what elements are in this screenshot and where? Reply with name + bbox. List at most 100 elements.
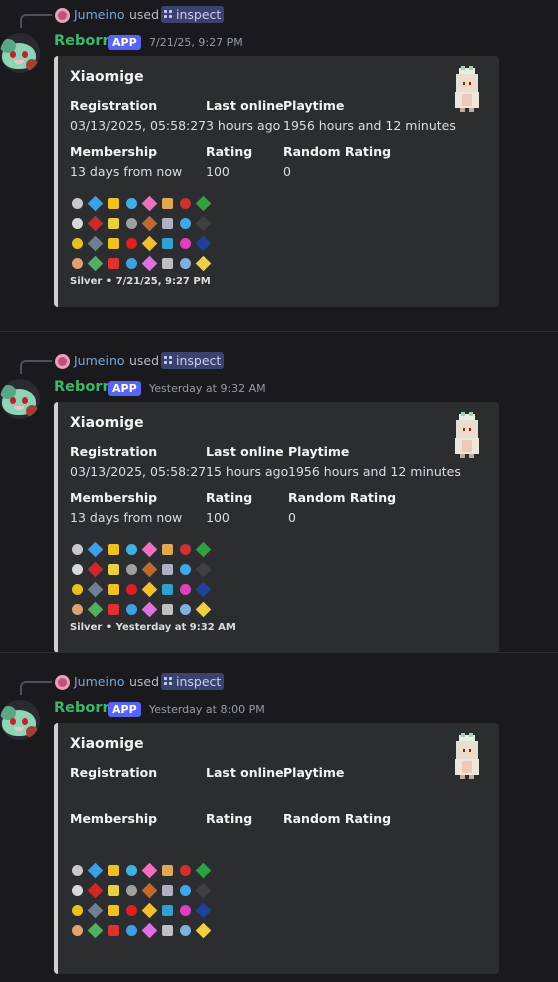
knuckle-badge-icon [87, 235, 104, 252]
badge-grid [70, 541, 218, 622]
stone-badge-icon [70, 236, 85, 251]
message: Jumeino used inspect Reborn APP Yesterda… [0, 351, 558, 661]
field-name: Random Rating [283, 811, 392, 826]
glacier-badge-icon [178, 216, 193, 231]
rising-badge-icon [195, 561, 212, 578]
heat-badge-icon [124, 236, 139, 251]
mine-badge-icon [160, 256, 175, 271]
command-grid-icon [164, 10, 173, 19]
field-value: 0 [283, 164, 291, 179]
field-name: Last online [206, 98, 284, 113]
bot-avatar[interactable] [0, 379, 40, 419]
field-name: Rating [206, 490, 253, 505]
cobble-badge-icon [106, 602, 121, 617]
forest-badge-icon [87, 922, 104, 939]
reply-used-text: used [129, 674, 160, 689]
app-badge: APP [108, 35, 141, 50]
mineral-badge-icon [160, 216, 175, 231]
reply-used-text: used [129, 353, 160, 368]
reply-avatar[interactable] [55, 8, 70, 23]
command-name: inspect [176, 674, 222, 689]
marsh-badge-icon [160, 196, 175, 211]
embed-footer: Silver • 7/21/25, 9:27 PM [70, 276, 211, 287]
boulder-badge-icon [70, 196, 85, 211]
field-value: 13 days from now [70, 164, 183, 179]
fen-badge-icon [124, 602, 139, 617]
slash-command[interactable]: inspect [161, 352, 225, 369]
reply-avatar[interactable] [55, 354, 70, 369]
message: Jumeino used inspect Reborn APP Yesterda… [0, 672, 558, 982]
cobble-badge-icon [106, 256, 121, 271]
mineral-badge-icon [160, 562, 175, 577]
message-timestamp[interactable]: 7/21/25, 9:27 PM [149, 36, 243, 49]
badge-row [70, 902, 218, 920]
badge-row [70, 561, 218, 579]
app-badge: APP [108, 381, 141, 396]
embed-title: Xiaomige [70, 69, 144, 85]
author-name[interactable]: Reborn [54, 33, 113, 49]
balance-badge-icon [141, 902, 158, 919]
slash-command[interactable]: inspect [161, 6, 225, 23]
command-grid-icon [164, 677, 173, 686]
badge-row [70, 922, 218, 940]
cascade-badge-icon [87, 862, 104, 879]
relic-badge-icon [141, 922, 158, 939]
thunder-badge-icon [106, 542, 121, 557]
mind-badge-icon [178, 903, 193, 918]
field-value: 0 [288, 510, 296, 525]
character-thumbnail-icon[interactable] [451, 412, 483, 458]
balance-badge-icon [141, 235, 158, 252]
field-name: Membership [70, 144, 158, 159]
badge-row [70, 882, 218, 900]
fog-badge-icon [124, 562, 139, 577]
slash-command[interactable]: inspect [161, 673, 225, 690]
character-thumbnail-icon[interactable] [451, 733, 483, 779]
rain-badge-icon [195, 902, 212, 919]
embed-card: Xiaomige Registration 03/13/2025, 05:58:… [54, 402, 499, 653]
relic-badge-icon [141, 601, 158, 618]
reply-username[interactable]: Jumeino [74, 353, 125, 368]
message-timestamp[interactable]: Yesterday at 9:32 AM [149, 382, 266, 395]
forest-badge-icon [87, 255, 104, 272]
cascade-badge-icon [87, 541, 104, 558]
reply-connector [20, 360, 52, 374]
message-timestamp[interactable]: Yesterday at 8:00 PM [149, 703, 265, 716]
field-value: 13 days from now [70, 510, 183, 525]
badge-row [70, 215, 218, 233]
field-name: Playtime [283, 98, 345, 113]
reply-avatar[interactable] [55, 675, 70, 690]
fen-badge-icon [124, 923, 139, 938]
field-name: Membership [70, 811, 158, 826]
badge-row [70, 862, 218, 880]
glacier-badge-icon [178, 562, 193, 577]
icicle-badge-icon [178, 256, 193, 271]
reply-username[interactable]: Jumeino [74, 674, 125, 689]
hive-badge-icon [87, 561, 104, 578]
bot-avatar[interactable] [0, 33, 40, 73]
thunder-badge-icon [106, 196, 121, 211]
rising-badge-icon [195, 882, 212, 899]
fen-badge-icon [124, 256, 139, 271]
balance-badge-icon [141, 581, 158, 598]
heat-badge-icon [124, 582, 139, 597]
reply-username[interactable]: Jumeino [74, 7, 125, 22]
relic-badge-icon [141, 255, 158, 272]
author-name[interactable]: Reborn [54, 700, 113, 716]
rain-badge-icon [195, 235, 212, 252]
storm-badge-icon [141, 882, 158, 899]
marsh-badge-icon [160, 542, 175, 557]
field-value: 100 [206, 510, 230, 525]
field-value: 03/13/2025, 05:58:27 [70, 118, 207, 133]
field-value: 1956 hours and 12 minutes [283, 118, 456, 133]
field-value: 15 hours ago [206, 464, 289, 479]
field-name: Registration [70, 765, 158, 780]
zephyr-badge-icon [70, 216, 85, 231]
earth-badge-icon [195, 195, 212, 212]
character-thumbnail-icon[interactable] [451, 66, 483, 112]
rainbow-badge-icon [124, 863, 139, 878]
author-name[interactable]: Reborn [54, 379, 113, 395]
plain-badge-icon [106, 216, 121, 231]
coal-badge-icon [70, 923, 85, 938]
bot-avatar[interactable] [0, 700, 40, 740]
dynamo-badge-icon [106, 903, 121, 918]
